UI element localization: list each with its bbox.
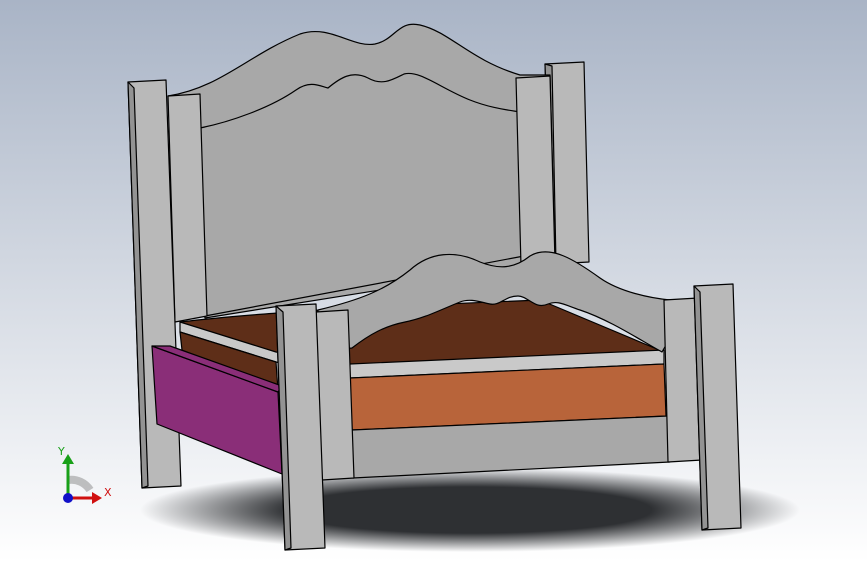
reference-triad: Y X [57,445,112,504]
headboard-right-stile [515,75,556,267]
graphics-viewport[interactable]: Y X [0,0,867,562]
z-axis-dot [63,493,73,503]
triad-arc [67,475,94,493]
x-axis-label: X [104,486,112,499]
x-arrow-head [92,492,102,504]
3d-model-view[interactable] [0,0,867,562]
y-axis-label: Y [57,445,65,458]
